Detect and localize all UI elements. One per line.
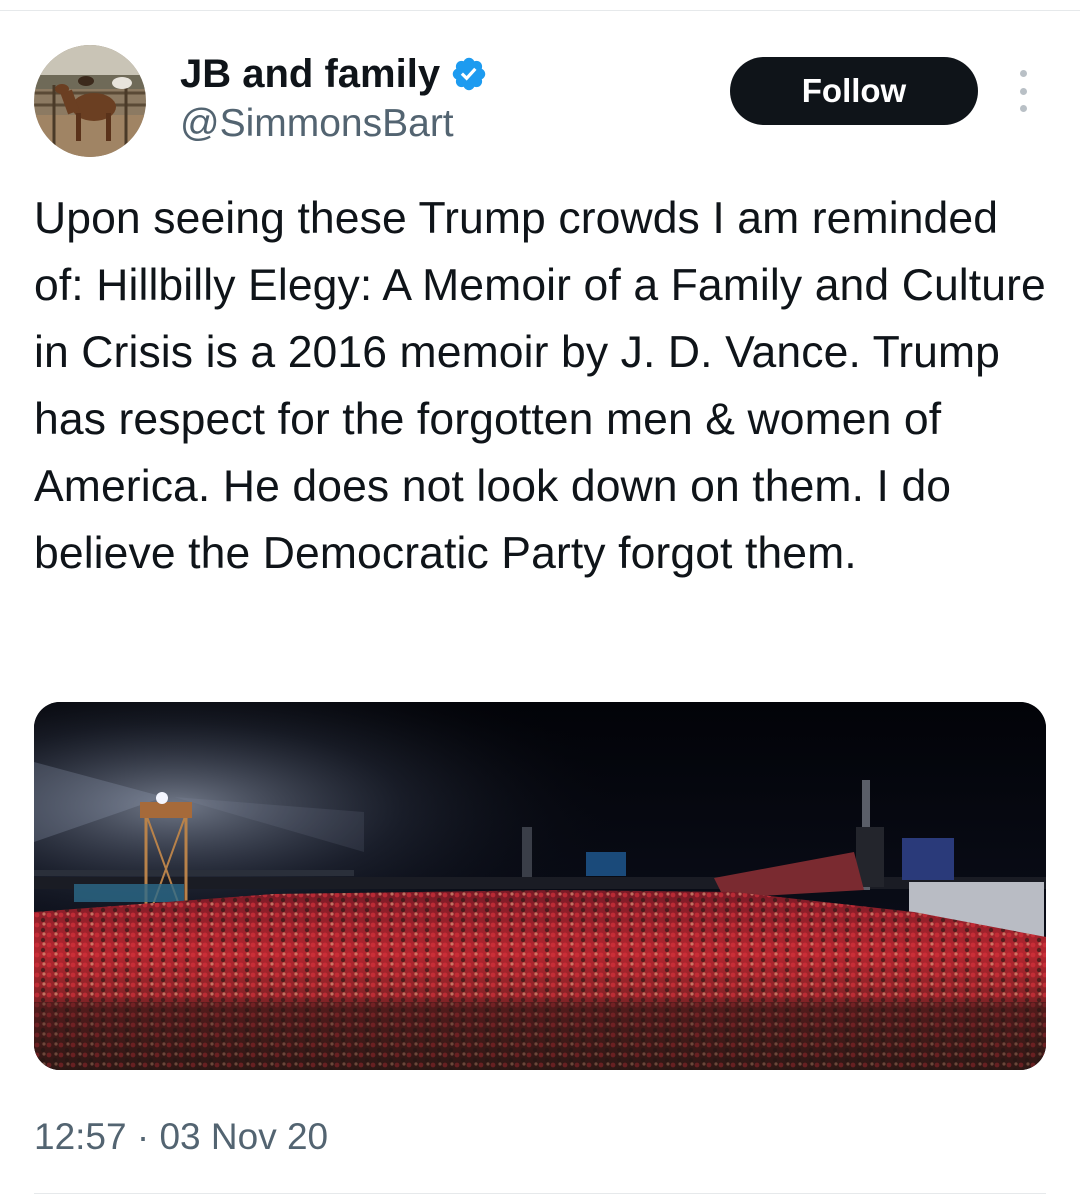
- avatar-horses-image: [34, 45, 146, 157]
- more-dot: [1019, 70, 1027, 77]
- rally-crowd-photo: [34, 702, 1046, 1070]
- follow-button[interactable]: Follow: [730, 57, 978, 125]
- verified-badge-icon: [450, 55, 488, 93]
- avatar[interactable]: [34, 45, 146, 157]
- author-handle[interactable]: @SimmonsBart: [180, 100, 454, 148]
- more-vertical-icon[interactable]: [1010, 70, 1036, 112]
- tweet-media-image[interactable]: [34, 702, 1046, 1070]
- bottom-divider: [34, 1193, 1046, 1194]
- tweet-timestamp[interactable]: 12:57 · 03 Nov 20: [34, 1114, 328, 1160]
- tweet-text: Upon seeing these Trump crowds I am remi…: [34, 194, 1046, 578]
- more-dot: [1019, 87, 1027, 95]
- author-display-name[interactable]: JB and family: [180, 50, 440, 98]
- more-dot: [1019, 105, 1027, 112]
- author-name-row[interactable]: JB and family: [180, 50, 488, 98]
- top-divider: [0, 10, 1080, 11]
